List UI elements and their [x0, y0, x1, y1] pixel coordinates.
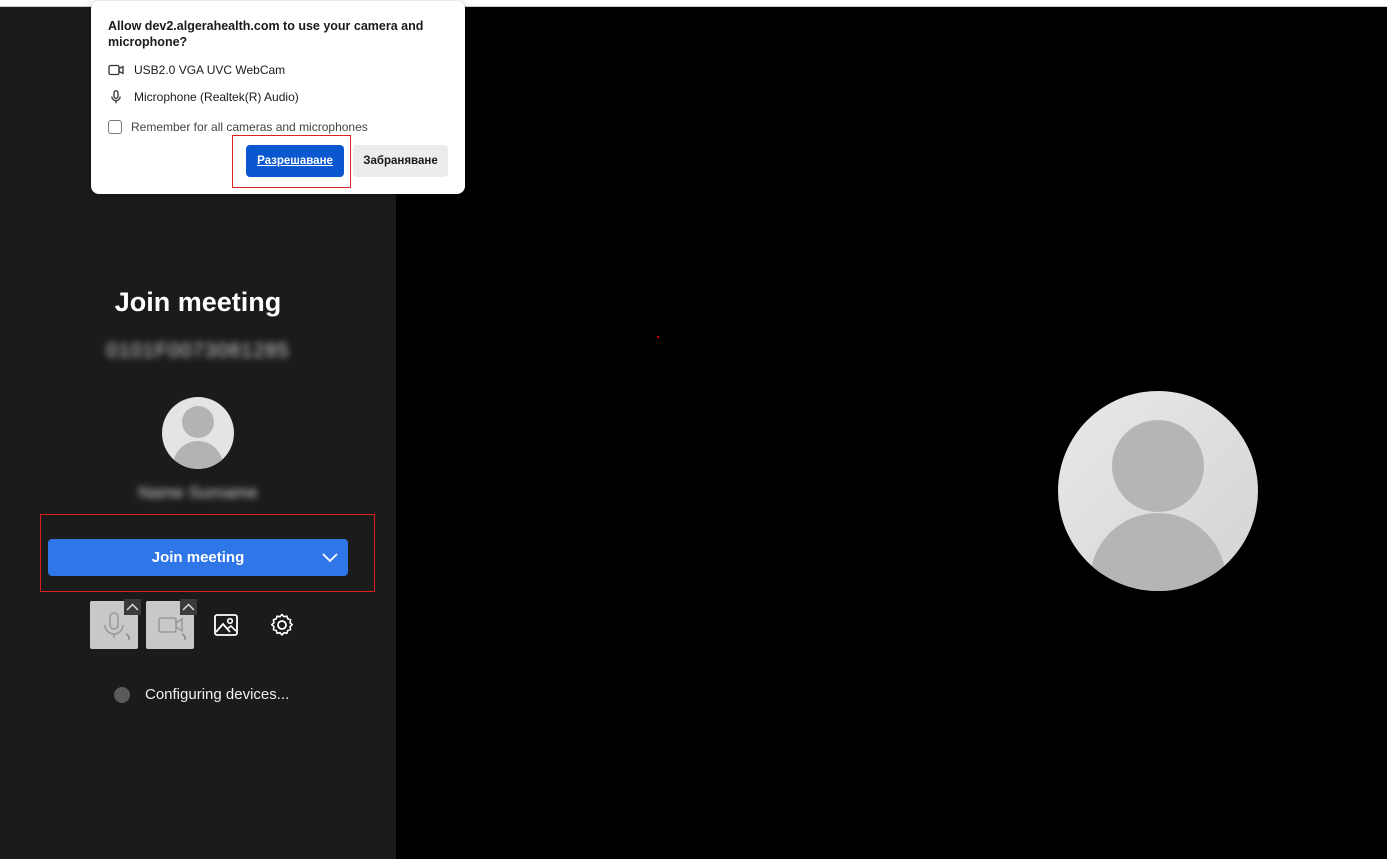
allow-highlight-box	[232, 135, 351, 188]
remember-option[interactable]: Remember for all cameras and microphones	[108, 120, 368, 134]
user-avatar	[162, 397, 234, 469]
status-indicator	[114, 687, 130, 703]
participant-avatar	[1058, 391, 1258, 591]
status-text: Configuring devices...	[145, 686, 290, 703]
join-meeting-button[interactable]: Join meeting	[48, 539, 348, 576]
avatar-head-shape	[1112, 420, 1204, 512]
camera-options-caret[interactable]	[180, 599, 197, 615]
microphone-icon	[111, 90, 121, 104]
avatar-head-shape	[182, 406, 214, 438]
camera-permission-row: USB2.0 VGA UVC WebCam	[108, 63, 285, 77]
chevron-up-icon	[182, 603, 195, 611]
block-button[interactable]: Забраняване	[353, 145, 448, 177]
remember-checkbox[interactable]	[108, 120, 122, 134]
gear-icon[interactable]	[269, 612, 295, 638]
join-meeting-label: Join meeting	[151, 549, 245, 566]
microphone-device-label: Microphone (Realtek(R) Audio)	[134, 90, 299, 104]
background-image-icon[interactable]	[213, 612, 239, 638]
permission-dialog-title: Allow dev2.algerahealth.com to use your …	[108, 19, 424, 49]
join-meeting-heading: Join meeting	[114, 287, 282, 317]
avatar-body-shape	[173, 441, 223, 469]
stray-pixel	[657, 336, 659, 338]
webcam-icon	[108, 64, 124, 76]
remember-label: Remember for all cameras and microphones	[131, 120, 368, 134]
camera-device-label: USB2.0 VGA UVC WebCam	[134, 63, 286, 77]
chevron-up-icon	[126, 603, 139, 611]
microphone-permission-row: Microphone (Realtek(R) Audio)	[108, 90, 299, 104]
meeting-id-blurred: 0101F0073081285	[106, 340, 290, 362]
microphone-options-caret[interactable]	[124, 599, 141, 615]
chevron-down-icon[interactable]	[321, 549, 339, 567]
avatar-body-shape	[1090, 513, 1226, 591]
user-name-blurred: Name Surname	[138, 483, 258, 502]
